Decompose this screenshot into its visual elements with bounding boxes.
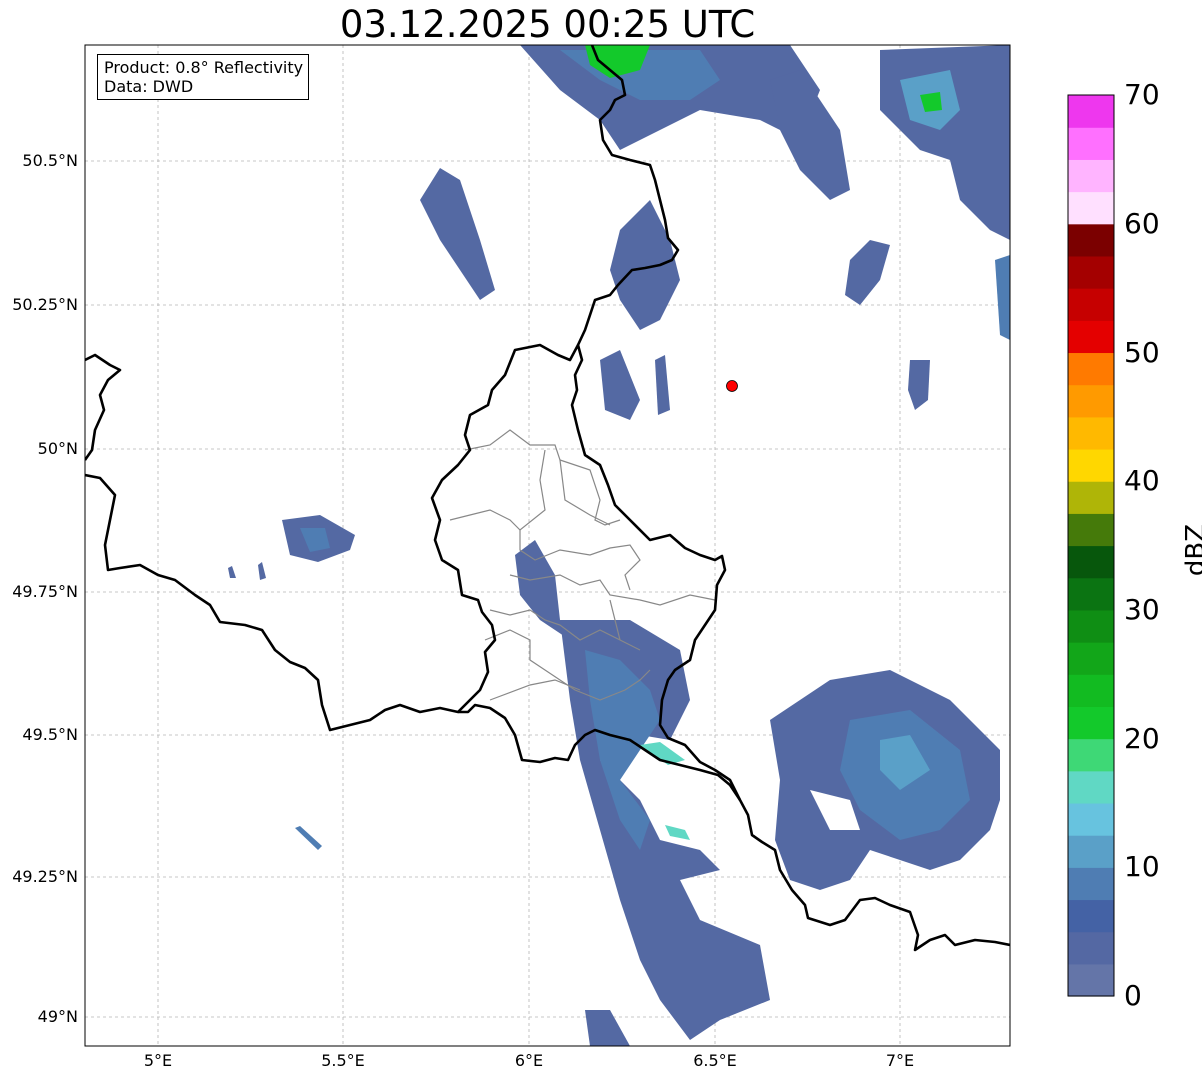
- colorbar-segment: [1068, 738, 1114, 772]
- colorbar-segment: [1068, 545, 1114, 579]
- echo-ne-small-2: [908, 360, 930, 410]
- lon-tick-5: 5°E: [143, 1051, 173, 1070]
- radar-site-marker: [726, 380, 738, 392]
- colorbar-tick-10: 10: [1124, 850, 1160, 883]
- echo-small-4: [228, 566, 236, 578]
- echo-nw-streak: [420, 168, 495, 300]
- colorbar-segment: [1068, 159, 1114, 193]
- echo-sw-small: [295, 826, 322, 850]
- colorbar-segment: [1068, 931, 1114, 965]
- lat-tick-50: 50°N: [37, 439, 78, 458]
- colorbar-segment: [1068, 867, 1114, 901]
- radar-echo-layer: [228, 45, 1010, 1046]
- colorbar-segment: [1068, 481, 1114, 514]
- map-frame: [84, 44, 1011, 1047]
- colorbar-segment: [1068, 320, 1114, 354]
- colorbar-segment: [1068, 255, 1114, 289]
- colorbar-segment: [1068, 899, 1114, 933]
- lat-tick-50.5: 50.5°N: [22, 151, 78, 170]
- colorbar: [1068, 95, 1114, 997]
- colorbar-segment: [1068, 802, 1114, 836]
- echo-center-speckle-2: [655, 355, 670, 415]
- colorbar-segment: [1068, 384, 1114, 418]
- echo-center-speckle: [600, 350, 640, 420]
- lon-tick-5.5: 5.5°E: [321, 1051, 365, 1070]
- echo-south-cyan2: [665, 825, 690, 840]
- colorbar-tick-40: 40: [1124, 464, 1160, 497]
- colorbar-tick-60: 60: [1124, 207, 1160, 240]
- lat-tick-49.25: 49.25°N: [12, 867, 78, 886]
- info-box: Product: 0.8° Reflectivity Data: DWD: [97, 54, 310, 100]
- lon-tick-6.5: 6.5°E: [693, 1051, 737, 1070]
- echo-border-line: [610, 200, 680, 330]
- colorbar-segment: [1068, 191, 1114, 225]
- colorbar-tick-50: 50: [1124, 336, 1160, 369]
- info-product: Product: 0.8° Reflectivity: [104, 58, 304, 77]
- colorbar-segment: [1068, 223, 1114, 257]
- echo-northeast-band: [770, 70, 850, 200]
- lon-tick-7: 7°E: [885, 1051, 915, 1070]
- colorbar-tick-0: 0: [1124, 979, 1142, 1012]
- colorbar-segment: [1068, 609, 1114, 643]
- colorbar-segment: [1068, 770, 1114, 804]
- lat-tick-49.75: 49.75°N: [12, 582, 78, 601]
- map-gridlines: [85, 45, 1010, 1046]
- colorbar-segment: [1068, 127, 1114, 160]
- colorbar-segment: [1068, 513, 1114, 547]
- echo-ne-small-1: [845, 240, 890, 305]
- colorbar-segment: [1068, 352, 1114, 386]
- echo-small-5: [258, 562, 266, 580]
- echo-ne-edge: [995, 255, 1010, 340]
- lat-tick-50.25: 50.25°N: [12, 295, 78, 314]
- colorbar-segment: [1068, 448, 1114, 482]
- colorbar-segment: [1068, 95, 1114, 128]
- echo-bottom-cell: [585, 1010, 630, 1046]
- colorbar-segment: [1068, 674, 1114, 707]
- lat-tick-49: 49°N: [37, 1007, 78, 1026]
- colorbar-tick-20: 20: [1124, 722, 1160, 755]
- lon-tick-6: 6°E: [514, 1051, 544, 1070]
- colorbar-tick-70: 70: [1124, 78, 1160, 111]
- colorbar-segment: [1068, 642, 1114, 675]
- colorbar-segment: [1068, 577, 1114, 611]
- colorbar-segment: [1068, 288, 1114, 321]
- colorbar-tick-30: 30: [1124, 593, 1160, 626]
- colorbar-label: dBZ: [1181, 523, 1202, 577]
- lat-tick-49.5: 49.5°N: [22, 725, 78, 744]
- radar-map: [84, 44, 1115, 1047]
- colorbar-segment: [1068, 706, 1114, 740]
- info-data-source: Data: DWD: [104, 77, 194, 96]
- colorbar-segment: [1068, 963, 1114, 997]
- colorbar-segment: [1068, 835, 1114, 868]
- colorbar-segment: [1068, 416, 1114, 450]
